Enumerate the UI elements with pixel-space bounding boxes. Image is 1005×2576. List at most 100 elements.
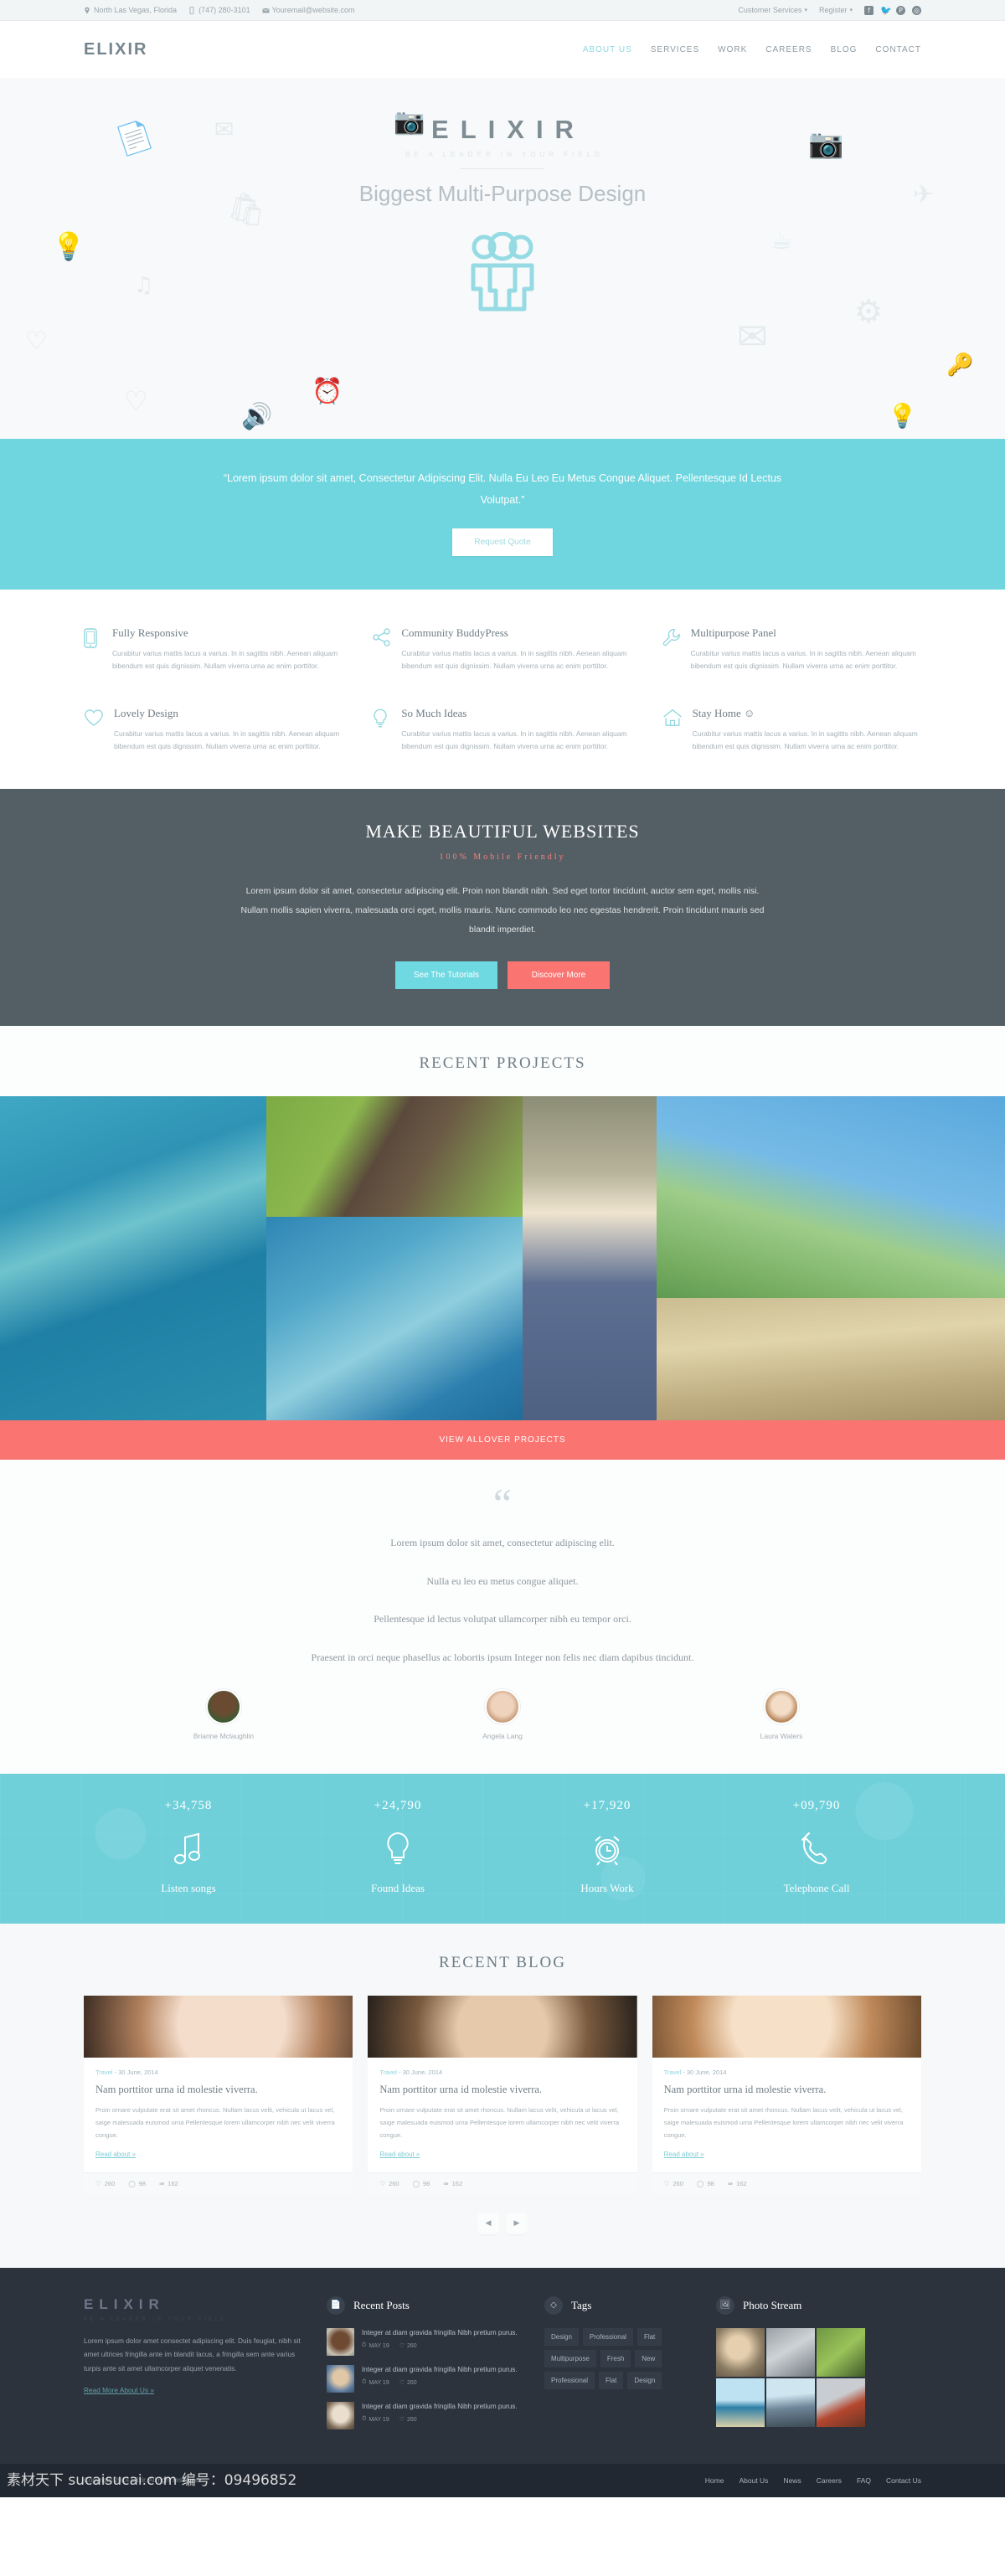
counter-label: Listen songs [161,1882,216,1895]
nav-item-work[interactable]: WORK [718,45,747,54]
project-thumbnail-park-bench[interactable] [266,1095,523,1217]
photo-stream-thumbnail[interactable] [766,2327,815,2377]
comments-count: 98 [138,2179,146,2187]
footer-nav-about-us[interactable]: About Us [739,2476,768,2485]
project-thumbnail-hill-walkers[interactable] [657,1095,1005,1298]
photo-stream-thumbnail[interactable] [716,2378,765,2427]
feature-title: Stay Home ☺ [692,706,755,719]
counter-label: Hours Work [580,1882,634,1895]
photo-stream-thumbnail[interactable] [766,2378,815,2427]
see-the-tutorials-button[interactable]: See The Tutorials [395,961,497,989]
nav-item-contact[interactable]: CONTACT [875,45,921,54]
next-page-button[interactable]: ▶ [506,2212,528,2234]
facebook-icon[interactable]: f [864,5,874,15]
footer-nav-faq[interactable]: FAQ [857,2476,871,2485]
nav-item-services[interactable]: SERVICES [651,45,699,54]
footer-nav-home[interactable]: Home [705,2476,724,2485]
blog-card-image [652,1996,921,2058]
footer-nav-careers[interactable]: Careers [817,2476,842,2485]
blog-category[interactable]: Travel [379,2069,397,2076]
recent-post-item[interactable]: Integer at diam gravida fringilla Nibh p… [327,2364,528,2393]
read-about-link[interactable]: Read about » [379,2151,420,2158]
comments-count: 98 [422,2179,430,2187]
phone-icon [712,1832,921,1867]
comments-stat[interactable]: ◯ 98 [697,2180,714,2187]
feature-fully-responsive: Fully Responsive Curabitur varius mattis… [84,626,343,673]
share-icon: ⇛ [159,2179,165,2187]
comments-stat[interactable]: ◯ 98 [128,2180,146,2187]
blog-card-title[interactable]: Nam porttitor urna id molestie viverra. [664,2082,910,2097]
discover-more-button[interactable]: Discover More [508,961,610,989]
blog-category[interactable]: Travel [664,2069,682,2076]
email-item[interactable]: Youremail@website.com [261,6,354,14]
photo-stream-thumbnail[interactable] [817,2327,865,2377]
blog-category[interactable]: Travel [95,2069,113,2076]
tag-item[interactable]: Fresh [600,2349,631,2367]
likes-stat[interactable]: ♡ 260 [379,2180,399,2187]
phone-item[interactable]: (747) 280-3101 [188,6,250,14]
project-thumbnail-man-straw-hat[interactable] [523,1095,657,1420]
view-all-projects-button[interactable]: VIEW ALLOVER PROJECTS [0,1419,1005,1460]
likes-count: 260 [673,2179,683,2187]
footer-tags-widget: ◇ Tags Design Professional Flat Multipur… [544,2295,699,2439]
counter-number: +34,758 [164,1799,213,1813]
photo-stream-thumbnail[interactable] [817,2378,865,2427]
footer-logo[interactable]: ELIXIR [84,2296,310,2313]
footer-nav-contact-us[interactable]: Contact Us [886,2476,921,2485]
likes-stat[interactable]: ♡ 260 [95,2180,115,2187]
recent-post-title: Integer at diam gravida fringilla Nibh p… [362,2402,518,2410]
prev-page-button[interactable]: ◀ [477,2212,499,2234]
shares-stat[interactable]: ⇛ 162 [443,2180,462,2187]
photo-stream-thumbnail[interactable] [716,2327,765,2377]
read-about-link[interactable]: Read about » [95,2151,136,2158]
nav-item-careers[interactable]: CAREERS [765,45,812,54]
read-more-about-us-link[interactable]: Read More About Us » [84,2386,154,2394]
feature-lovely-design: Lovely Design Curabitur varius mattis la… [84,707,343,754]
customer-services-dropdown[interactable]: Customer Services ▾ [738,6,807,14]
tag-item[interactable]: Flat [599,2371,624,2389]
testimonial-person[interactable]: Brianne Mclaughlin [85,1689,363,1740]
tag-item[interactable]: Flat [636,2327,662,2346]
blog-card-title[interactable]: Nam porttitor urna id molestie viverra. [379,2082,625,2097]
blog-date: 30 June, 2014 [686,2069,727,2077]
tag-item[interactable]: Design [627,2371,662,2389]
shares-stat[interactable]: ⇛ 162 [159,2180,178,2187]
blog-card[interactable]: Travel - 30 June, 2014 Nam porttitor urn… [652,1996,921,2194]
project-thumbnail-wheat-field[interactable] [657,1297,1005,1420]
tag-item[interactable]: Professional [544,2371,595,2389]
tag-item[interactable]: Design [544,2327,579,2346]
register-dropdown[interactable]: Register ▾ [819,6,853,14]
recent-post-item[interactable]: Integer at diam gravida fringilla Nibh p… [327,2401,528,2429]
request-quote-button[interactable]: Request Quote [452,528,553,556]
footer-photo-stream-widget: 🖼 Photo Stream [716,2295,921,2439]
blog-card[interactable]: Travel - 30 June, 2014 Nam porttitor urn… [84,1996,353,2194]
shares-stat[interactable]: ⇛ 162 [728,2180,747,2187]
project-thumbnail-surfers[interactable] [0,1095,266,1420]
tag-item[interactable]: Multipurpose [544,2349,596,2367]
footer-nav-news[interactable]: News [783,2476,801,2485]
comments-stat[interactable]: ◯ 98 [413,2180,430,2187]
project-thumbnail-ocean-waves[interactable] [266,1216,523,1420]
tag-item[interactable]: Professional [582,2327,633,2346]
tag-item[interactable]: New [635,2349,662,2367]
avatar [764,1689,799,1725]
likes-stat[interactable]: ♡ 260 [664,2180,683,2187]
recent-post-item[interactable]: Integer at diam gravida fringilla Nibh p… [327,2327,528,2356]
nav-item-blog[interactable]: BLOG [831,45,858,54]
logo[interactable]: ELIXIR [84,40,147,59]
phone-text: (747) 280-3101 [198,6,250,14]
pinterest-icon[interactable]: P [896,5,905,15]
blog-card[interactable]: Travel - 30 June, 2014 Nam porttitor urn… [368,1996,637,2194]
read-about-link[interactable]: Read about » [664,2151,704,2158]
feature-title: Multipurpose Panel [690,626,776,639]
copyright-text: Copyright 2014 Elixir. All right reserve… [84,2476,201,2485]
blog-card-title[interactable]: Nam porttitor urna id molestie viverra. [95,2082,341,2097]
recent-blog-section: RECENT BLOG Travel - 30 June, 2014 Nam p… [0,1924,1005,2268]
twitter-icon[interactable]: 🐦 [880,6,892,15]
heart-icon: ♡ [124,385,148,417]
hero-title: Biggest Multi-Purpose Design [358,181,647,206]
testimonial-person[interactable]: Angela Lang [363,1689,642,1740]
testimonial-person[interactable]: Laura Waters [642,1689,921,1740]
nav-item-about-us[interactable]: ABOUT US [583,45,632,54]
dribbble-icon[interactable]: ◎ [912,5,921,15]
